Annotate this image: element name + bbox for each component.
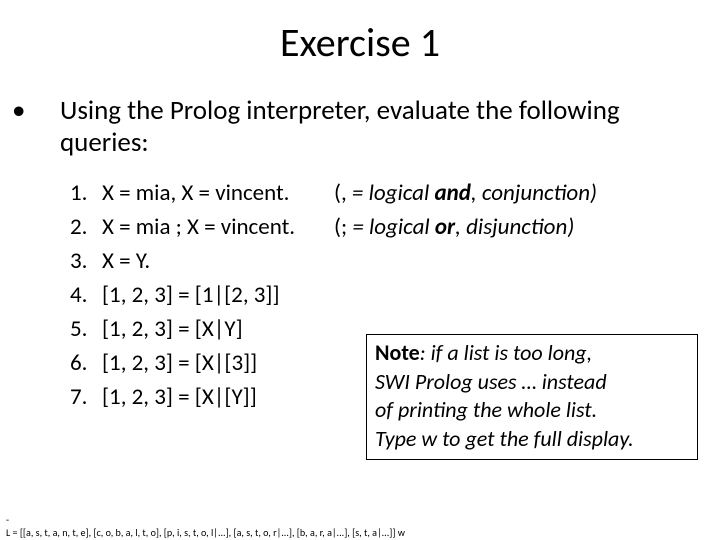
intro-text: Using the Prolog interpreter, evaluate t…	[60, 94, 620, 159]
query-text: X = mia ; X = vincent.	[102, 210, 334, 244]
note-box: Note: if a list is too long, SWI Prolog …	[366, 334, 698, 460]
query-row: 3. X = Y.	[70, 244, 720, 278]
query-text: X = Y.	[102, 244, 334, 278]
query-num: 4.	[70, 278, 102, 312]
query-text: [1, 2, 3] = [1|[2, 3]]	[102, 278, 334, 312]
note-line: SWI Prolog uses … instead	[375, 368, 607, 395]
slide-title: Exercise 1	[0, 18, 720, 67]
query-num: 1.	[70, 176, 102, 210]
operator-note: (; = logical or, disjunction)	[334, 210, 720, 244]
query-num: 3.	[70, 244, 102, 278]
slide: Exercise 1 •Using the Prolog interpreter…	[0, 18, 720, 540]
query-num: 6.	[70, 346, 102, 380]
operator-note: (, = logical and, conjunction)	[334, 176, 720, 210]
query-row: 2. X = mia ; X = vincent. (; = logical o…	[70, 210, 720, 244]
query-text: [1, 2, 3] = [X|Y]	[102, 312, 334, 346]
intro-bullet: •Using the Prolog interpreter, evaluate …	[36, 95, 696, 160]
footer-dash: -	[6, 514, 714, 527]
query-num: 2.	[70, 210, 102, 244]
query-text: [1, 2, 3] = [X|[Y]]	[102, 380, 334, 414]
query-row: 1. X = mia, X = vincent. (, = logical an…	[70, 176, 720, 210]
query-num: 7.	[70, 380, 102, 414]
note-line: Type w to get the full display.	[375, 425, 634, 452]
note-line: : if a list is too long,	[420, 339, 592, 366]
query-row: 4. [1, 2, 3] = [1|[2, 3]]	[70, 278, 720, 312]
note-line: of printing the whole list.	[375, 396, 597, 423]
bullet-marker: •	[36, 95, 60, 127]
query-num: 5.	[70, 312, 102, 346]
query-text: X = mia, X = vincent.	[102, 176, 334, 210]
note-label: Note	[375, 339, 420, 366]
footer-code: - L = [[a, s, t, a, n, t, e], [c, o, b, …	[6, 514, 714, 540]
query-text: [1, 2, 3] = [X|[3]]	[102, 346, 334, 380]
